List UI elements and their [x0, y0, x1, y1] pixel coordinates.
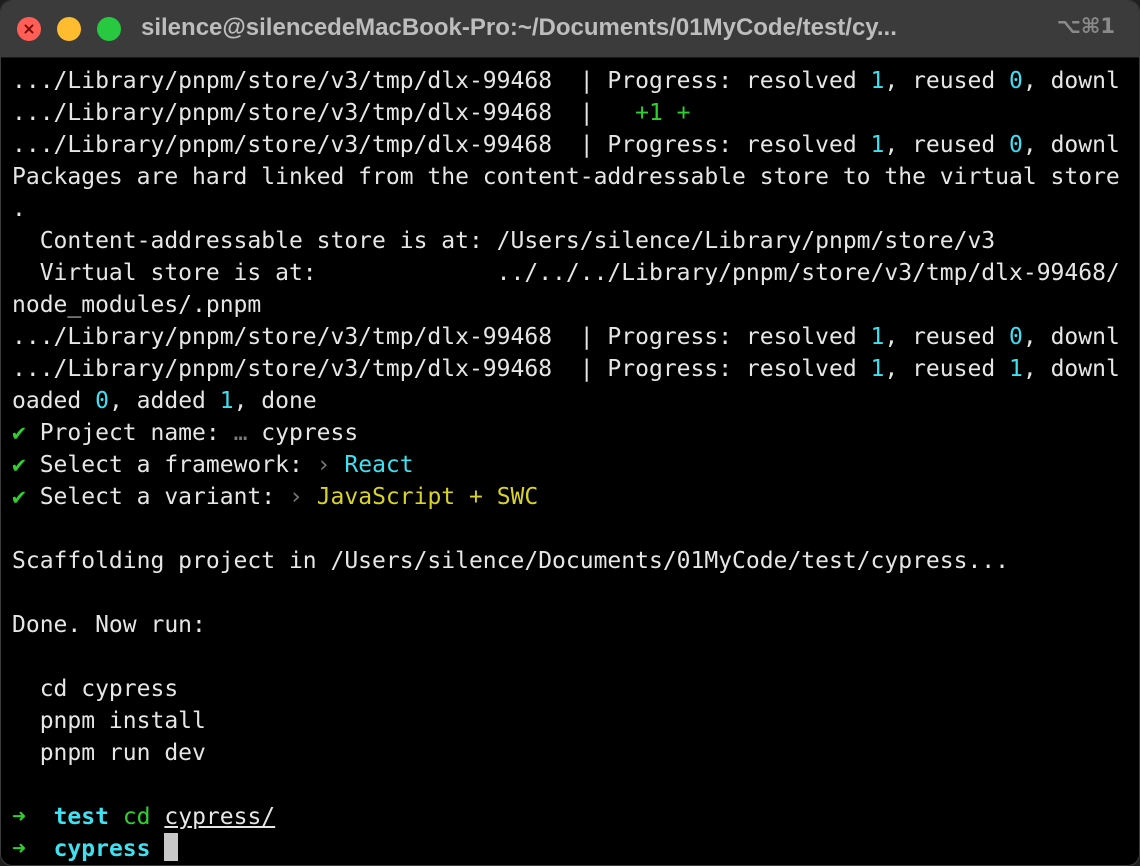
terminal-text-segment: , downl [1022, 132, 1120, 158]
terminal-line: Packages are hard linked from the conten… [12, 161, 1139, 193]
terminal-text-segment: … [233, 420, 248, 446]
window-title: silence@silencedeMacBook-Pro:~/Documents… [141, 14, 897, 41]
terminal-text-segment: .../Library/pnpm/store/v3/tmp/dlx-99468 … [12, 356, 871, 382]
terminal-text-segment: , reused [884, 132, 1010, 158]
minimize-window-button[interactable] [57, 17, 81, 41]
terminal-line: .../Library/pnpm/store/v3/tmp/dlx-99468 … [12, 97, 1139, 129]
terminal-text-segment: pnpm install [12, 708, 206, 734]
terminal-line: pnpm run dev [12, 737, 1139, 769]
terminal-line: .../Library/pnpm/store/v3/tmp/dlx-99468 … [12, 321, 1139, 353]
terminal-text-segment: Content-addressable store is at: /Users/… [12, 228, 996, 254]
terminal-line: ✔ Select a variant: › JavaScript + SWC [12, 481, 1139, 513]
terminal-text-segment: Select a framework: [25, 452, 317, 478]
terminal-text-segment: ✔ [12, 420, 26, 446]
terminal-text-segment: , downl [1022, 324, 1120, 350]
terminal-text-segment: , downl [1022, 68, 1120, 94]
terminal-line: Scaffolding project in /Users/silence/Do… [12, 545, 1139, 577]
title-bar[interactable]: silence@silencedeMacBook-Pro:~/Documents… [1, 1, 1139, 58]
terminal-text-segment: +1 + [635, 100, 691, 126]
terminal-text-segment: 1 [219, 388, 234, 414]
terminal-window: silence@silencedeMacBook-Pro:~/Documents… [0, 0, 1140, 866]
terminal-text-segment: test [53, 804, 109, 830]
terminal-text-segment: JavaScript + SWC [316, 484, 539, 510]
terminal-text-segment: cd cypress [12, 676, 179, 702]
terminal-line: ➜ test cd cypress/ [12, 801, 1139, 833]
terminal-text-segment: React [344, 452, 414, 478]
terminal-text-segment: oaded [12, 388, 96, 414]
terminal-text-segment: 1 [870, 68, 885, 94]
terminal-text-segment: › [316, 452, 331, 478]
terminal-text-segment: , reused [884, 324, 1010, 350]
terminal-text-segment: Select a variant: [25, 484, 289, 510]
terminal-text-segment: node_modules/.pnpm [12, 292, 262, 318]
terminal-text-segment: .../Library/pnpm/store/v3/tmp/dlx-99468 … [12, 132, 871, 158]
terminal-line: Content-addressable store is at: /Users/… [12, 225, 1139, 257]
terminal-text-segment: 0 [1009, 132, 1023, 158]
terminal-text-segment: .../Library/pnpm/store/v3/tmp/dlx-99468 … [12, 324, 871, 350]
terminal-text-segment: Scaffolding project in /Users/silence/Do… [12, 548, 1009, 574]
terminal-line: ✔ Select a framework: › React [12, 449, 1139, 481]
terminal-text-segment: Virtual store is at: ../../../Library/pn… [12, 260, 1120, 286]
terminal-line: . [12, 193, 1139, 225]
terminal-text-segment: Packages are hard linked from the conten… [12, 164, 1120, 190]
terminal-text-segment: › [288, 484, 303, 510]
terminal-line: ✔ Project name: … cypress [12, 417, 1139, 449]
terminal-text-segment: cd [122, 804, 151, 830]
terminal-line: Done. Now run: [12, 609, 1139, 641]
terminal-line: .../Library/pnpm/store/v3/tmp/dlx-99468 … [12, 129, 1139, 161]
terminal-text-segment: 1 [1009, 356, 1023, 382]
terminal-text-segment: pnpm run dev [12, 740, 206, 766]
terminal-text-segment: , reused [884, 356, 1010, 382]
terminal-text-segment: , done [233, 388, 317, 414]
terminal-text-segment: 0 [1009, 68, 1023, 94]
terminal-text-segment: 1 [870, 324, 885, 350]
terminal-text-segment: ✔ [12, 452, 26, 478]
terminal-text-segment: 1 [870, 356, 885, 382]
tab-shortcut-label: ⌥⌘1 [1056, 14, 1115, 38]
terminal-text-segment: cypress [53, 836, 151, 862]
terminal-text-segment: , downl [1022, 356, 1120, 382]
terminal-text-segment: . [12, 196, 26, 222]
terminal-text-segment: ➜ [12, 804, 26, 830]
terminal-text-segment: Project name: [25, 420, 234, 446]
terminal-text-segment: Done. Now run: [12, 612, 206, 638]
terminal-line: .../Library/pnpm/store/v3/tmp/dlx-99468 … [12, 353, 1139, 385]
terminal-line: node_modules/.pnpm [12, 289, 1139, 321]
terminal-line: .../Library/pnpm/store/v3/tmp/dlx-99468 … [12, 65, 1139, 97]
text-cursor [164, 833, 179, 861]
terminal-text-segment: cypress [247, 420, 359, 446]
terminal-text-segment: ✔ [12, 484, 26, 510]
zoom-window-button[interactable] [97, 17, 121, 41]
terminal-text-segment: 0 [95, 388, 109, 414]
close-window-button[interactable] [17, 17, 41, 41]
terminal-line: ➜ cypress [12, 833, 1139, 865]
terminal-line: cd cypress [12, 673, 1139, 705]
terminal-text-segment: 0 [1009, 324, 1023, 350]
terminal-text-segment: .../Library/pnpm/store/v3/tmp/dlx-99468 … [12, 68, 871, 94]
terminal-line: pnpm install [12, 705, 1139, 737]
terminal-text-segment: cypress/ [164, 804, 276, 830]
terminal-line: Virtual store is at: ../../../Library/pn… [12, 257, 1139, 289]
terminal-line: oaded 0, added 1, done [12, 385, 1139, 417]
terminal-text-segment: , added [108, 388, 220, 414]
terminal-text-segment: 1 [870, 132, 885, 158]
terminal-text-segment: .../Library/pnpm/store/v3/tmp/dlx-99468 … [12, 100, 636, 126]
terminal-text-segment: ➜ [12, 836, 26, 862]
terminal-output[interactable]: .../Library/pnpm/store/v3/tmp/dlx-99468 … [12, 65, 1139, 865]
terminal-text-segment: , reused [884, 68, 1010, 94]
